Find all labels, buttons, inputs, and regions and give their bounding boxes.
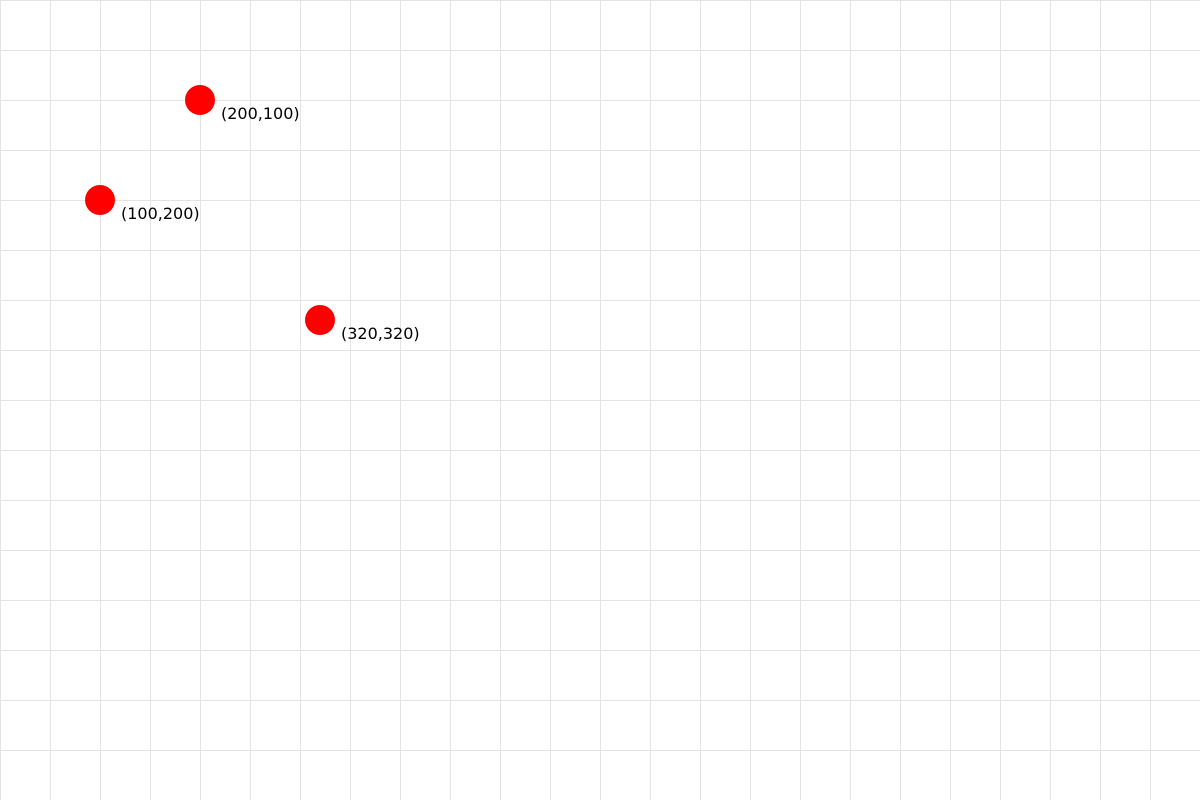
coordinate-label: (320,320) [341,324,420,343]
grid-canvas[interactable]: (200,100) (100,200) (320,320) [0,0,1200,800]
coordinate-label: (100,200) [121,204,200,223]
red-dot-icon[interactable] [305,305,335,335]
red-dot-icon[interactable] [85,185,115,215]
red-dot-icon[interactable] [185,85,215,115]
coordinate-label: (200,100) [221,104,300,123]
